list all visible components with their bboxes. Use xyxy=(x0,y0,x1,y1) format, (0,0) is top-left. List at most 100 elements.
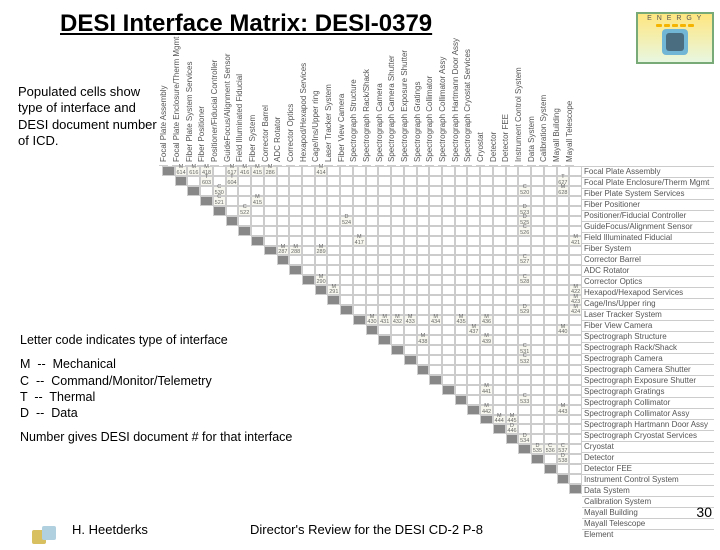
grid-cell xyxy=(506,216,519,226)
grid-cell xyxy=(544,315,557,325)
grid-cell xyxy=(353,196,366,206)
grid-cell xyxy=(391,166,404,176)
grid-cell xyxy=(569,246,582,256)
grid-cell xyxy=(493,206,506,216)
diagonal-cell xyxy=(238,226,251,236)
grid-cell xyxy=(340,186,353,196)
grid-cell xyxy=(557,265,570,275)
col-label: Fiber View Camera xyxy=(337,94,346,166)
row-label: Spectrograph Collimator xyxy=(582,397,714,408)
grid-cell xyxy=(302,265,315,275)
col-label: Field Illuminated Fiducial xyxy=(235,74,244,166)
grid-cell xyxy=(366,265,379,275)
col-label: Focal Plate Assembly xyxy=(159,86,168,166)
grid-cell xyxy=(391,236,404,246)
diagonal-cell xyxy=(315,285,328,295)
grid-cell xyxy=(366,226,379,236)
grid-cell xyxy=(531,246,544,256)
diagonal-cell xyxy=(417,365,430,375)
grid-cell xyxy=(429,345,442,355)
grid-cell xyxy=(455,335,468,345)
grid-cell xyxy=(544,405,557,415)
grid-cell xyxy=(506,275,519,285)
grid-cell xyxy=(353,246,366,256)
energy-logo: E N E R G Y xyxy=(636,12,714,64)
diagonal-cell xyxy=(226,216,239,226)
row-label: Hexapod/Hexapod Services xyxy=(582,287,714,298)
grid-cell xyxy=(327,176,340,186)
grid-cell xyxy=(378,265,391,275)
grid-cell xyxy=(493,275,506,285)
grid-cell xyxy=(569,365,582,375)
grid-cell xyxy=(327,255,340,265)
grid-cell xyxy=(557,365,570,375)
row-label: Spectrograph Camera xyxy=(582,353,714,364)
populated-cell: M 415 xyxy=(251,196,264,206)
grid-cell xyxy=(455,246,468,256)
grid-cell xyxy=(251,216,264,226)
grid-cell xyxy=(302,196,315,206)
grid-cell xyxy=(557,335,570,345)
populated-cell: C 536 xyxy=(544,444,557,454)
populated-cell: C 527 xyxy=(518,255,531,265)
grid-cell xyxy=(544,255,557,265)
grid-cell xyxy=(264,206,277,216)
grid-cell xyxy=(569,216,582,226)
grid-cell xyxy=(429,295,442,305)
grid-cell xyxy=(531,345,544,355)
grid-cell xyxy=(544,265,557,275)
diagonal-cell xyxy=(213,206,226,216)
grid-cell xyxy=(404,255,417,265)
populated-cell: M 443 xyxy=(557,405,570,415)
grid-cell xyxy=(467,236,480,246)
grid-cell xyxy=(442,355,455,365)
populated-cell: M 437 xyxy=(467,325,480,335)
grid-cell xyxy=(569,395,582,405)
grid-cell xyxy=(480,186,493,196)
populated-cell: C 528 xyxy=(518,275,531,285)
grid-cell xyxy=(442,186,455,196)
grid-cell xyxy=(404,265,417,275)
populated-cell: T 603 xyxy=(200,176,213,186)
grid-cell xyxy=(404,206,417,216)
grid-cell xyxy=(340,255,353,265)
grid-cell xyxy=(493,255,506,265)
grid-cell xyxy=(353,265,366,275)
grid-cell xyxy=(417,265,430,275)
grid-cell xyxy=(417,275,430,285)
grid-cell xyxy=(544,355,557,365)
grid-cell xyxy=(531,265,544,275)
logo-character-icon xyxy=(662,29,688,55)
grid-cell xyxy=(429,196,442,206)
grid-cell xyxy=(480,226,493,236)
grid-cell xyxy=(531,186,544,196)
grid-cell xyxy=(557,285,570,295)
grid-cell xyxy=(569,206,582,216)
grid-cell xyxy=(289,206,302,216)
populated-cell: D 524 xyxy=(340,216,353,226)
row-label: Detector FEE xyxy=(582,463,714,474)
grid-cell xyxy=(531,236,544,246)
grid-cell xyxy=(557,275,570,285)
grid-cell xyxy=(277,226,290,236)
grid-cell xyxy=(467,395,480,405)
populated-cell: M 438 xyxy=(417,335,430,345)
grid-cell xyxy=(327,265,340,275)
grid-cell xyxy=(366,246,379,256)
row-label: GuideFocus/Alignment Sensor xyxy=(582,221,714,232)
grid-cell xyxy=(391,186,404,196)
diagonal-cell xyxy=(302,275,315,285)
grid-cell xyxy=(480,265,493,275)
grid-cell xyxy=(455,216,468,226)
grid-cell xyxy=(429,216,442,226)
populated-cell: D 529 xyxy=(518,305,531,315)
grid-cell xyxy=(302,206,315,216)
grid-cell xyxy=(289,216,302,226)
grid-cell xyxy=(455,255,468,265)
grid-cell xyxy=(277,216,290,226)
grid-cell xyxy=(455,385,468,395)
grid-cell xyxy=(544,176,557,186)
grid-cell xyxy=(315,196,328,206)
grid-cell xyxy=(442,325,455,335)
legend-box: Letter code indicates type of interface … xyxy=(18,330,298,448)
